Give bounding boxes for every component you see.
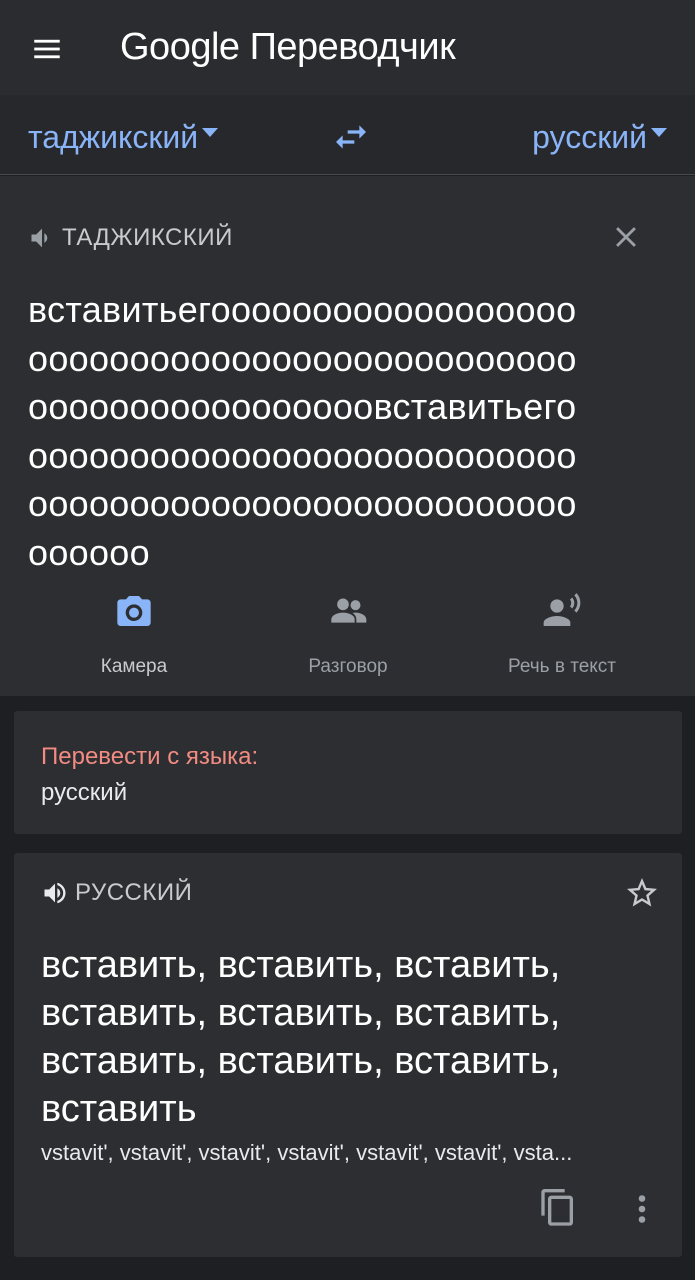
translated-text[interactable]: вставить, вставить, вставить, вставить, … [41, 941, 661, 1133]
source-text-line: вставитьегоооооооооооооооооо [28, 289, 577, 330]
transliteration-text: vstavit', vstavit', vstavit', vstavit', … [41, 1140, 573, 1165]
source-text-line: оооооо [28, 531, 150, 573]
camera-tool-button[interactable]: Камера [34, 591, 234, 678]
save-translation-button[interactable] [624, 875, 660, 911]
input-language-label: ТАДЖИКСКИЙ [62, 224, 233, 251]
source-text-line: ооооооооооооооооооооооооооо [28, 337, 577, 379]
copy-icon [541, 1189, 573, 1226]
source-text-line: ооооооооооооооооооооооооооо [28, 483, 577, 524]
clear-input-button[interactable] [609, 220, 643, 254]
suggested-language: русский [41, 779, 128, 806]
dropdown-caret-icon [202, 128, 219, 138]
dropdown-caret-icon [651, 128, 667, 138]
menu-button[interactable] [24, 26, 70, 72]
translated-text-line: вставить, вставить, вставить, [41, 992, 561, 1034]
copy-button[interactable] [538, 1187, 578, 1231]
speaker-icon[interactable] [28, 224, 56, 252]
translated-text-line: вставить, вставить, вставить, [41, 1040, 561, 1082]
target-language-label: русский [532, 119, 647, 155]
target-language-selector[interactable]: русский [532, 115, 667, 159]
more-options-button[interactable] [628, 1191, 656, 1227]
app-bar: Google Переводчик [0, 0, 695, 95]
speaker-icon[interactable] [41, 879, 69, 907]
close-icon [616, 227, 636, 247]
input-tools: Камера Разговор Речь в текст [0, 591, 695, 691]
source-text-input[interactable]: вставитьегоооооооооооооооооо ооооооооооо… [28, 286, 668, 577]
translated-text-line: вставить [41, 1088, 197, 1130]
translation-result-card: РУССКИЙ вставить, вставить, вставить, вс… [14, 853, 682, 1257]
input-language-header: ТАДЖИКСКИЙ [28, 224, 233, 252]
app-title: Google Переводчик [120, 26, 456, 68]
result-language-header: РУССКИЙ [41, 879, 192, 907]
translated-text-line: вставить, вставить, вставить, [41, 944, 561, 986]
suggestion-title: Перевести с языка: [41, 743, 259, 770]
more-vert-icon [638, 1195, 646, 1223]
input-panel: ТАДЖИКСКИЙ вставитьегоооооооооооооооооо … [0, 176, 695, 696]
swap-arrows-icon [336, 125, 366, 149]
result-language-label: РУССКИЙ [75, 879, 193, 906]
source-text-line: ооооооооооооооооооооооооооо [28, 434, 577, 476]
conversation-icon [331, 598, 367, 623]
hamburger-menu-icon [34, 39, 60, 59]
conversation-tool-label: Разговор [308, 656, 388, 677]
source-language-selector[interactable]: таджикский [28, 115, 219, 159]
camera-tool-label: Камера [100, 656, 168, 677]
swap-languages-button[interactable] [331, 117, 371, 157]
source-language-label: таджикский [28, 119, 199, 155]
translate-from-suggestion[interactable]: Перевести с языка: русский [14, 711, 682, 834]
language-bar: таджикский русский [0, 95, 695, 175]
transcribe-tool-label: Речь в текст [507, 656, 616, 677]
source-text-line: ооооооооооооооооовставитьего [28, 386, 577, 427]
transcribe-icon [543, 593, 581, 626]
conversation-tool-button[interactable]: Разговор [248, 591, 448, 678]
transcribe-tool-button[interactable]: Речь в текст [462, 591, 662, 678]
star-outline-icon [627, 878, 657, 907]
camera-icon [117, 596, 151, 626]
